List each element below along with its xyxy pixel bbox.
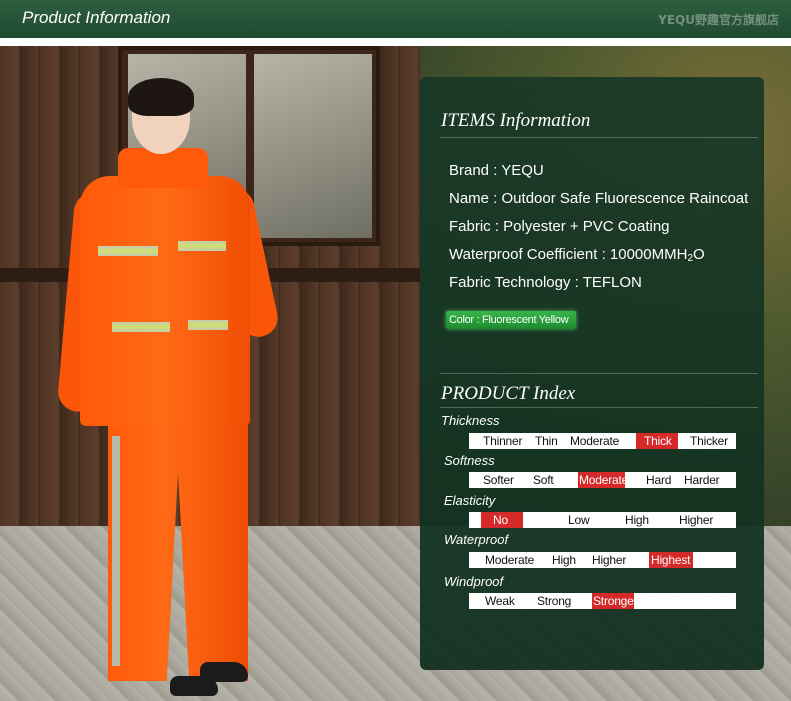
fabric-technology-line: Fabric Technology : TEFLON (449, 274, 642, 291)
scale-level: Strong (537, 594, 572, 608)
items-info-title: ITEMS Information (441, 110, 591, 131)
reflective-stripe (98, 246, 158, 256)
index-scale-waterproof: Moderate High Higher Highest (469, 552, 736, 568)
product-photo: ITEMS Information Brand : YEQU Name : Ou… (0, 46, 791, 701)
scale-level: Thicker (690, 434, 728, 448)
scale-level: Thinner (483, 434, 523, 448)
shoe (200, 662, 248, 682)
reflective-leg-stripe (112, 436, 120, 666)
index-label-softness: Softness (444, 453, 495, 468)
section-divider (440, 407, 758, 408)
scale-level: Moderate (570, 434, 620, 448)
reflective-stripe (112, 322, 170, 332)
header-title: Product Information (22, 8, 171, 27)
name-line: Name : Outdoor Safe Fluorescence Raincoa… (449, 190, 749, 207)
items-info-panel: ITEMS Information Brand : YEQU Name : Ou… (420, 77, 764, 670)
scale-level: Weak (485, 594, 515, 608)
waterproof-coefficient-line: Waterproof Coefficient : 10000MMH2O (449, 246, 705, 264)
scale-level: Harder (684, 473, 720, 487)
raincoat-pants (108, 421, 248, 681)
product-index-title: PRODUCT Index (441, 383, 576, 404)
index-scale-windproof: Weak Strong Stronger (469, 593, 736, 609)
scale-level: Hard (646, 473, 672, 487)
index-label-elasticity: Elasticity (444, 493, 496, 508)
scale-level-selected: No (493, 513, 508, 527)
section-divider (440, 373, 758, 374)
scale-level: Higher (592, 553, 627, 567)
index-scale-thickness: Thinner Thin Moderate Thick Thicker (469, 433, 736, 449)
store-watermark: YEQU野趣官方旗舰店 (658, 13, 779, 27)
index-scale-softness: Softer Soft Moderate Hard Harder (469, 472, 736, 488)
scale-level: Thin (535, 434, 558, 448)
section-divider (440, 137, 758, 138)
scale-level: High (552, 553, 576, 567)
brand-line: Brand : YEQU (449, 162, 544, 179)
scale-level-selected: Highest (651, 553, 691, 567)
scale-level: Moderate (485, 553, 535, 567)
index-label-windproof: Windproof (444, 574, 504, 589)
scale-level-selected: Thick (644, 434, 672, 448)
scale-level: Low (568, 513, 590, 527)
header-divider (0, 38, 791, 46)
fabric-line: Fabric : Polyester + PVC Coating (449, 218, 670, 235)
index-label-thickness: Thickness (441, 413, 500, 428)
color-badge: Color : Fluorescent Yellow (446, 311, 576, 329)
reflective-stripe (178, 241, 226, 251)
index-scale-elasticity: No Low High Higher (469, 512, 736, 528)
scale-level-selected: Stronger (593, 594, 638, 608)
header-bar: Product Information YEQU野趣官方旗舰店 (0, 0, 791, 38)
index-label-waterproof: Waterproof (444, 532, 509, 547)
model-in-raincoat (56, 76, 282, 696)
scale-level: Softer (483, 473, 514, 487)
scale-level: Soft (533, 473, 554, 487)
scale-level: Higher (679, 513, 714, 527)
scale-level: High (625, 513, 649, 527)
reflective-stripe (188, 320, 228, 330)
scale-level-selected: Moderate (579, 473, 629, 487)
raincoat-jacket (80, 176, 250, 426)
